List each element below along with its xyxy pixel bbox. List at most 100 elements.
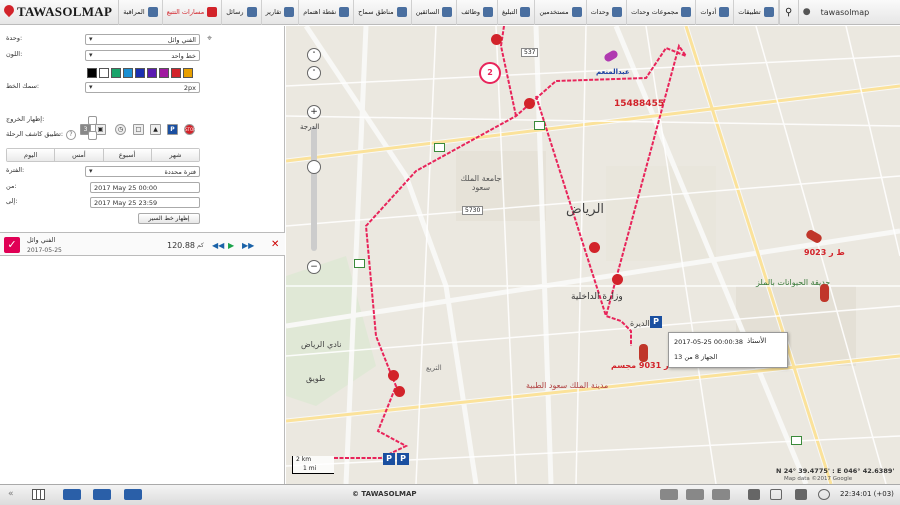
fast-forward-icon[interactable]: ▶▶ (242, 241, 254, 250)
truck-icon[interactable] (63, 489, 81, 500)
parking-marker[interactable]: P (383, 453, 395, 465)
road-shield-5730: 5730 (462, 206, 484, 215)
event-marker[interactable] (434, 143, 445, 152)
close-icon[interactable]: ✕ (271, 239, 279, 250)
logo[interactable]: TAWASOLMAP (0, 0, 120, 25)
map-label-dirah: الديرة (630, 319, 650, 328)
tab-tools[interactable]: أدوات (696, 0, 735, 25)
stop-marker[interactable] (394, 386, 405, 397)
bell-icon (520, 7, 531, 17)
truck-new-icon[interactable] (93, 489, 111, 500)
color-swatch[interactable] (87, 68, 97, 78)
tab-yesterday[interactable]: أمس (55, 149, 104, 161)
zoom-label: الدرجة (300, 123, 320, 131)
volume-icon[interactable] (770, 489, 782, 500)
show-track-button[interactable]: إظهار خط السير (138, 213, 200, 224)
unit-label-9023[interactable]: ط ر 9023 (804, 248, 845, 257)
stop-marker[interactable] (388, 370, 399, 381)
message-icon[interactable] (748, 489, 760, 500)
unit-row: وحدة: الفني وائل ⌖ (0, 34, 285, 47)
clock-status-icon (818, 489, 830, 500)
user-icon[interactable]: ● (799, 0, 815, 25)
tab-apps[interactable]: تطبيقات (734, 0, 779, 25)
trip-distance: 120.88 (167, 241, 195, 250)
unit-label-15488455[interactable]: 15488455 (614, 99, 664, 109)
tab-jobs[interactable]: وظائف (457, 0, 499, 25)
tab-drivers[interactable]: السائقين (412, 0, 458, 25)
tab-notifications[interactable]: التبليغ (498, 0, 536, 25)
tab-tracking[interactable]: مسارات التتبع (163, 0, 223, 25)
stop-marker[interactable] (612, 274, 623, 285)
tab-week[interactable]: أسبوع (103, 149, 152, 161)
parking-marker[interactable]: P (650, 316, 662, 328)
tab-today[interactable]: اليوم (7, 149, 56, 161)
tab-poi[interactable]: نقطة اهتمام (299, 0, 355, 25)
zoom-slider-track[interactable] (311, 126, 317, 251)
map-label-district: طويق (306, 374, 326, 383)
cluster-marker[interactable]: 2 (479, 62, 501, 84)
trip-visible-checkbox[interactable]: ✓ (4, 237, 20, 253)
map-view[interactable]: ˄ ˅ + الدرجة − الرياض جامعة الملك سعود و… (286, 26, 900, 484)
event-marker[interactable] (534, 121, 545, 130)
zoom-out-button[interactable]: − (307, 260, 321, 274)
unit-select[interactable]: الفني وائل (85, 34, 200, 45)
trip-detector-checkbox[interactable] (88, 131, 97, 140)
color-swatch[interactable] (99, 68, 109, 78)
collapse-icon[interactable]: « (8, 489, 21, 500)
status-icon-3[interactable] (712, 489, 730, 500)
color-swatch[interactable] (159, 68, 169, 78)
color-swatch[interactable] (147, 68, 157, 78)
car-marker-3[interactable] (820, 284, 829, 302)
car-icon (612, 7, 623, 17)
stop-marker[interactable] (491, 34, 502, 45)
settings-icon[interactable] (795, 489, 807, 500)
trip-entry[interactable]: ✓ الفني وائل 2017-05-25 120.88 كم ◀◀ ▶ ▶… (0, 232, 285, 256)
tracks-panel: وحدة: الفني وائل ⌖ اللون: خط واحد سمك ال… (0, 26, 285, 484)
rewind-icon[interactable]: ◀◀ (212, 241, 224, 250)
play-icon[interactable]: ▶ (228, 241, 234, 250)
event-marker[interactable] (791, 436, 802, 445)
thickness-select[interactable]: 2px (85, 82, 200, 93)
unit-link-icon[interactable]: ⌖ (207, 34, 212, 44)
tab-geofences[interactable]: مناطق سماح (354, 0, 412, 25)
from-date-input[interactable]: 2017 May 25 00:00 (90, 182, 200, 193)
color-swatch[interactable] (111, 68, 121, 78)
tab-reports[interactable]: تقارير (262, 0, 300, 25)
map-label-university: جامعة الملك سعود (460, 174, 502, 192)
show-exit-checkbox[interactable] (88, 116, 97, 125)
track-point-popup[interactable]: 2017-05-25 00:00:38 الأستاذ 13 الجهاز 8 … (668, 332, 788, 368)
to-date-input[interactable]: 2017 May 25 23:59 (90, 197, 200, 208)
color-swatch[interactable] (183, 68, 193, 78)
period-select[interactable]: فترة محددة (85, 166, 200, 177)
pan-down-button[interactable]: ˅ (307, 66, 321, 80)
truck-alert-icon[interactable] (124, 489, 142, 500)
color-swatch[interactable] (123, 68, 133, 78)
status-icon-2[interactable] (686, 489, 704, 500)
tab-units[interactable]: وحدات (587, 0, 628, 25)
help-icon[interactable]: ? (66, 130, 76, 140)
trip-distance-unit: كم (197, 242, 204, 249)
unit-label-abdulmunim[interactable]: عبدالمنعم (596, 68, 630, 76)
car-marker-4[interactable] (639, 344, 648, 362)
pan-up-button[interactable]: ˄ (307, 48, 321, 62)
zoom-slider-handle[interactable] (307, 160, 321, 174)
search-icon[interactable]: ⚲ (778, 0, 799, 25)
username[interactable]: tawasolmap (815, 8, 876, 17)
popup-detail: 13 الجهاز 8 من (674, 353, 718, 361)
color-mode-select[interactable]: خط واحد (85, 50, 200, 61)
stop-marker[interactable] (589, 242, 600, 253)
zoom-in-button[interactable]: + (307, 105, 321, 119)
tab-messages[interactable]: رسائل (222, 0, 262, 25)
color-swatch[interactable] (171, 68, 181, 78)
color-swatch[interactable] (135, 68, 145, 78)
grid-icon[interactable] (32, 489, 45, 500)
event-marker[interactable] (354, 259, 365, 268)
tab-month[interactable]: شهر (151, 149, 199, 161)
parking-marker[interactable]: P (397, 453, 409, 465)
stop-marker[interactable] (524, 98, 535, 109)
status-icon[interactable] (660, 489, 678, 500)
to-row: إلى: 2017 May 25 23:59 (0, 197, 285, 210)
tab-monitoring[interactable]: المراقبة (119, 0, 163, 25)
tab-unit-groups[interactable]: مجموعات وحدات (627, 0, 697, 25)
tab-users[interactable]: مستخدمين (535, 0, 587, 25)
